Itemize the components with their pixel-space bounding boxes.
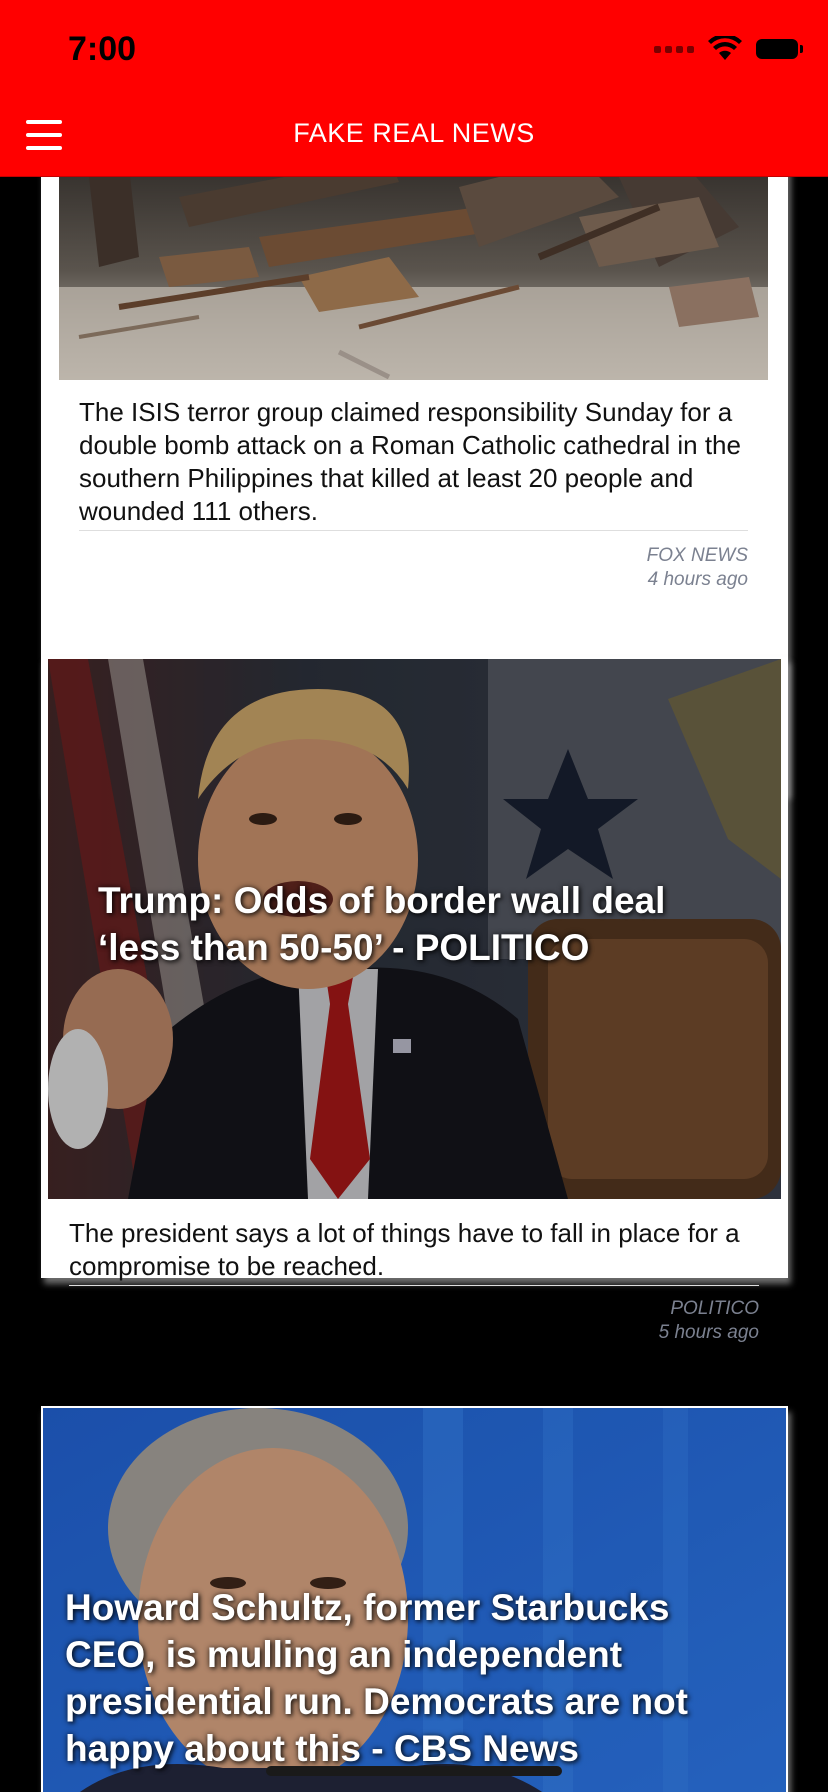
article-image[interactable]: Howard Schultz, former Starbucks CEO, is…	[43, 1408, 786, 1792]
cellular-signal-icon	[654, 45, 694, 53]
article-divider	[79, 530, 748, 531]
article-card[interactable]: Howard Schultz, former Starbucks CEO, is…	[41, 1406, 788, 1792]
article-source: POLITICO	[670, 1298, 759, 1319]
app-header: FAKE REAL NEWS	[0, 100, 828, 177]
article-headline: Trump: Odds of border wall deal ‘less th…	[98, 880, 666, 968]
news-feed[interactable]: The ISIS terror group claimed responsibi…	[0, 177, 828, 1792]
wifi-icon	[708, 36, 742, 60]
status-time: 7:00	[68, 30, 137, 68]
article-description: The ISIS terror group claimed responsibi…	[79, 397, 741, 526]
article-meta: FOX NEWS 4 hours ago	[79, 544, 748, 592]
article-description: The president says a lot of things have …	[69, 1218, 740, 1281]
article-time: 5 hours ago	[658, 1322, 759, 1343]
article-image[interactable]	[59, 177, 768, 380]
status-bar: 7:00	[0, 0, 828, 100]
article-divider	[69, 1285, 759, 1286]
battery-icon	[756, 39, 803, 59]
home-indicator[interactable]	[266, 1766, 562, 1776]
article-headline: Howard Schultz, former Starbucks CEO, is…	[65, 1587, 689, 1769]
article-time: 4 hours ago	[647, 569, 748, 590]
status-icons	[654, 36, 803, 62]
app-title: FAKE REAL NEWS	[293, 118, 535, 148]
article-image[interactable]: Trump: Odds of border wall deal ‘less th…	[48, 659, 781, 1199]
rubble-image	[59, 177, 768, 380]
article-card[interactable]: Trump: Odds of border wall deal ‘less th…	[41, 657, 788, 1343]
article-source: FOX NEWS	[646, 545, 748, 566]
article-meta: POLITICO 5 hours ago	[69, 1297, 759, 1345]
